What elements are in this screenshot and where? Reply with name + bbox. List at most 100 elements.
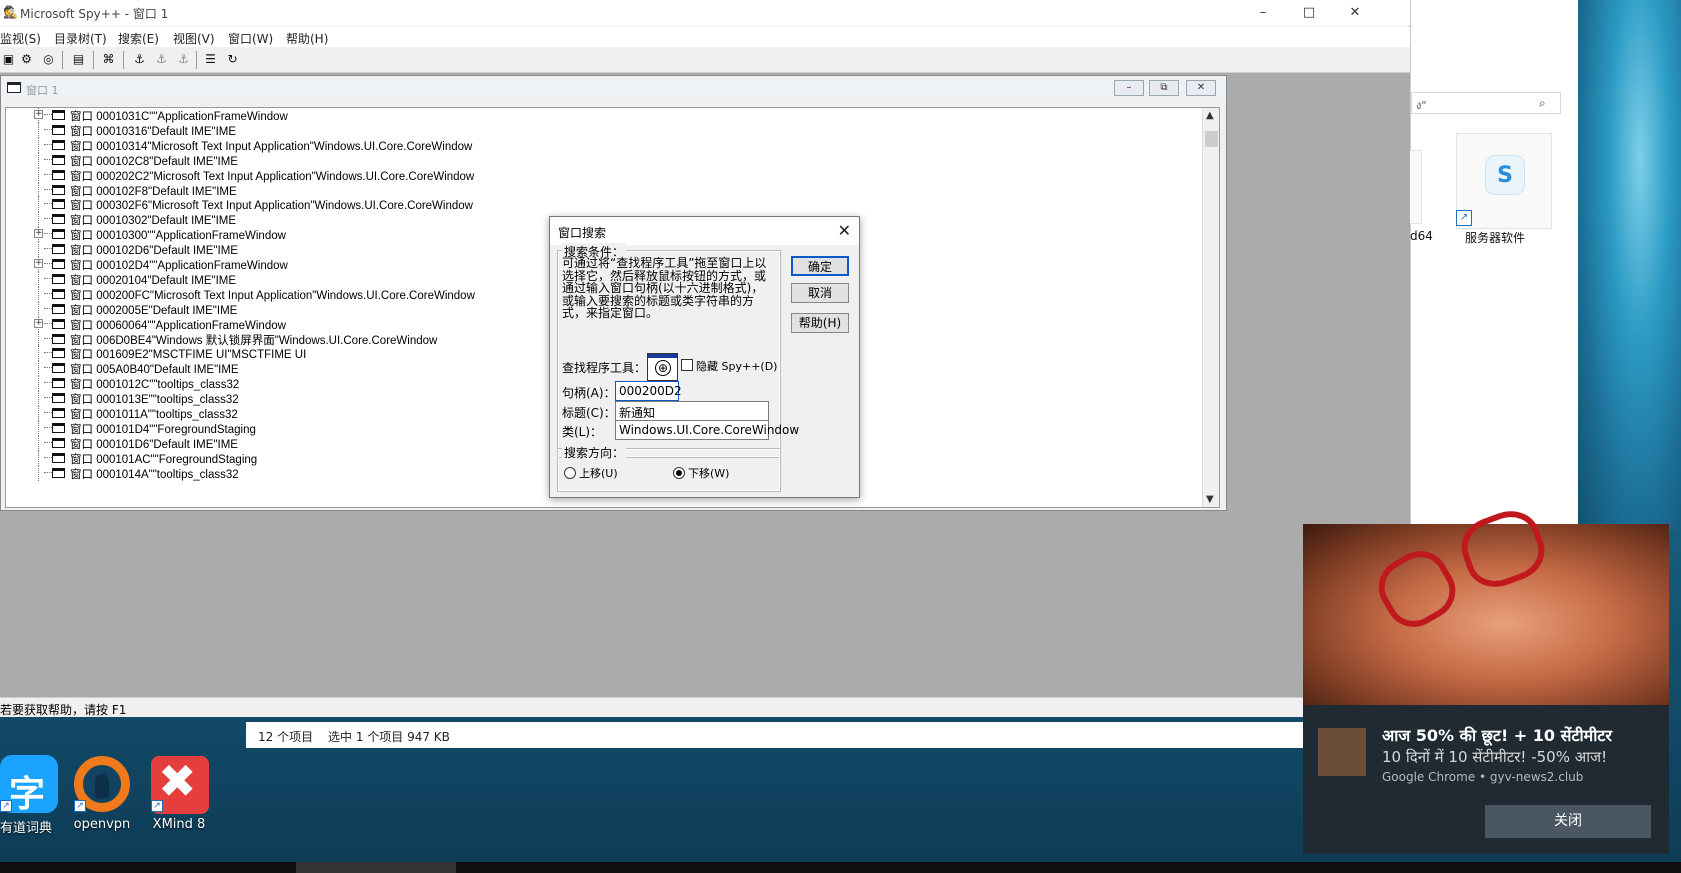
- threads-icon[interactable]: ◎: [40, 51, 57, 68]
- tree-row-label: 窗口 000200FC"Microsoft Text Input Applica…: [70, 289, 475, 302]
- handle-field[interactable]: 000200D2: [615, 381, 682, 401]
- window-icon: [52, 318, 65, 329]
- help-button[interactable]: 帮助(H): [791, 313, 849, 333]
- explorer-status-bar: 12 个项目 选中 1 个项目 947 KB: [246, 722, 1410, 748]
- ok-button[interactable]: 确定: [791, 256, 849, 276]
- tree-scrollbar[interactable]: ▲ ▼: [1202, 108, 1219, 507]
- child-close-button[interactable]: ✕: [1186, 80, 1216, 96]
- toolbar-separator: [196, 51, 197, 69]
- toolbar-separator: [93, 51, 94, 69]
- window-icon: [52, 378, 65, 389]
- tree-row[interactable]: 窗口 00010316"Default IME"IME: [6, 121, 1196, 138]
- windows-icon[interactable]: ▣: [0, 51, 17, 68]
- direction-up-radio[interactable]: [564, 467, 576, 479]
- tree-row-label: 窗口 0001013E""tooltips_class32: [70, 394, 239, 407]
- title-bar[interactable]: 🕵 Microsoft Spy++ - 窗口 1 – □ ✕: [0, 0, 1410, 26]
- processes-icon[interactable]: ⚙: [18, 51, 35, 68]
- expand-icon[interactable]: +: [34, 110, 43, 119]
- chrome-notification[interactable]: आज 50% की छूट! + 10 सेंटीमीटर 10 दिनों म…: [1303, 502, 1669, 854]
- search-icon[interactable]: ⌕: [1539, 96, 1553, 110]
- window-icon: [52, 437, 65, 448]
- tree-row-label: 窗口 0001014A""tooltips_class32: [70, 468, 239, 481]
- window-icon: [52, 452, 65, 463]
- window-icon: [52, 393, 65, 404]
- tree-row[interactable]: 窗口 00010314"Microsoft Text Input Applica…: [6, 136, 1196, 153]
- expand-icon[interactable]: +: [34, 318, 43, 328]
- finder-tool[interactable]: ⊕: [647, 353, 678, 381]
- window-icon: [52, 422, 65, 433]
- menu-search[interactable]: 搜索(E): [118, 30, 159, 47]
- taskbar-active-item[interactable]: [296, 862, 456, 873]
- hide-spy-checkbox[interactable]: [681, 359, 693, 371]
- dialog-close-button[interactable]: ✕: [838, 221, 851, 240]
- tree-row-label: 窗口 000102C8"Default IME"IME: [70, 155, 238, 168]
- menu-window[interactable]: 窗口(W): [228, 30, 273, 47]
- menu-tree[interactable]: 目录树(T): [54, 30, 107, 47]
- window-icon: [52, 288, 65, 299]
- child-title-bar[interactable]: 窗口 1 – ⧉ ✕: [1, 76, 1226, 100]
- tree-line: [38, 136, 39, 153]
- child-restore-button[interactable]: ⧉: [1149, 80, 1179, 96]
- tree-row[interactable]: 窗口 000302F6"Microsoft Text Input Applica…: [6, 196, 1196, 213]
- find-prev-icon[interactable]: ⚓: [175, 51, 192, 68]
- dialog-title-bar[interactable]: 窗口搜索 ✕: [550, 217, 859, 245]
- window-icon: [52, 333, 65, 344]
- tree-row-label: 窗口 001609E2"MSCTFIME UI"MSCTFIME UI: [70, 349, 307, 362]
- caption-field[interactable]: 新通知: [615, 401, 769, 421]
- menu-help[interactable]: 帮助(H): [286, 30, 328, 47]
- tree-row[interactable]: 窗口 000102F8"Default IME"IME: [6, 181, 1196, 198]
- minimize-button[interactable]: –: [1240, 2, 1286, 24]
- tree-row-label: 窗口 00010300""ApplicationFrameWindow: [70, 230, 286, 243]
- expand-icon[interactable]: +: [34, 229, 43, 239]
- cancel-button[interactable]: 取消: [791, 283, 849, 303]
- status-text: 若要获取帮助，请按 F1: [0, 703, 127, 717]
- window-icon: [52, 244, 65, 255]
- menu-monitor[interactable]: 监视(S): [0, 30, 41, 47]
- tree-line: [38, 449, 39, 466]
- window-icon: [52, 199, 65, 210]
- tree-row[interactable]: 窗口 000202C2"Microsoft Text Input Applica…: [6, 166, 1196, 183]
- dialog-title: 窗口搜索: [558, 226, 607, 240]
- tree-row-label: 窗口 000302F6"Microsoft Text Input Applica…: [70, 200, 473, 213]
- youdao-glyph-icon: 字: [9, 774, 46, 815]
- tree-line: [38, 405, 39, 421]
- handle-label: 句柄(A)：: [562, 386, 616, 400]
- tree-row-label: 窗口 000101D6"Default IME"IME: [70, 438, 238, 451]
- caption-label: 标题(C)：: [562, 406, 616, 420]
- binoculars-icon[interactable]: ⚓: [131, 51, 148, 68]
- direction-down-radio[interactable]: [673, 467, 685, 479]
- child-minimize-button[interactable]: –: [1114, 80, 1144, 96]
- explorer-tile-label: 服务器软件: [1465, 231, 1526, 245]
- dialog-description: 可通过将“查找程序工具”拖至窗口上以选择它，然后释放鼠标按钮的方式，或通过输入窗…: [562, 256, 767, 320]
- properties-icon[interactable]: ☰: [202, 51, 219, 68]
- window-icon: [52, 363, 65, 374]
- tree-row-label: 窗口 000101AC""ForegroundStaging: [70, 453, 258, 466]
- tree-row[interactable]: 窗口 000102C8"Default IME"IME: [6, 151, 1196, 168]
- desktop-wallpaper: [1578, 0, 1681, 530]
- expand-icon[interactable]: +: [34, 259, 43, 268]
- tree-row[interactable]: + 窗口 0001031C""ApplicationFrameWindow: [6, 108, 1196, 123]
- direction-up-label: 上移(U): [579, 467, 618, 480]
- log-messages-icon[interactable]: ▤: [70, 51, 87, 68]
- close-button[interactable]: ✕: [1332, 2, 1378, 24]
- crosshair-icon[interactable]: ⊕: [655, 360, 671, 376]
- find-window-icon[interactable]: ⌘: [100, 51, 117, 68]
- finder-tool-label: 查找程序工具：: [562, 361, 647, 375]
- window-icon: [52, 139, 65, 150]
- refresh-icon[interactable]: ↻: [224, 51, 241, 68]
- notification-avatar: [1318, 728, 1366, 776]
- scroll-thumb[interactable]: [1205, 131, 1218, 147]
- find-next-icon[interactable]: ⚓: [153, 51, 170, 68]
- menu-view[interactable]: 视图(V): [173, 30, 215, 47]
- tree-line: [38, 390, 39, 407]
- notification-close-button[interactable]: 关闭: [1485, 805, 1651, 838]
- direction-down-label: 下移(W): [688, 467, 730, 480]
- explorer-partial-tile[interactable]: [1410, 150, 1422, 224]
- class-field[interactable]: Windows.UI.Core.CoreWindow: [615, 420, 799, 440]
- scroll-up-icon[interactable]: ▲: [1206, 110, 1214, 121]
- window-icon: [52, 184, 65, 195]
- maximize-button[interactable]: □: [1286, 2, 1332, 24]
- tree-line: [38, 196, 39, 213]
- scroll-down-icon[interactable]: ▼: [1206, 494, 1214, 505]
- tree-line: [38, 270, 39, 287]
